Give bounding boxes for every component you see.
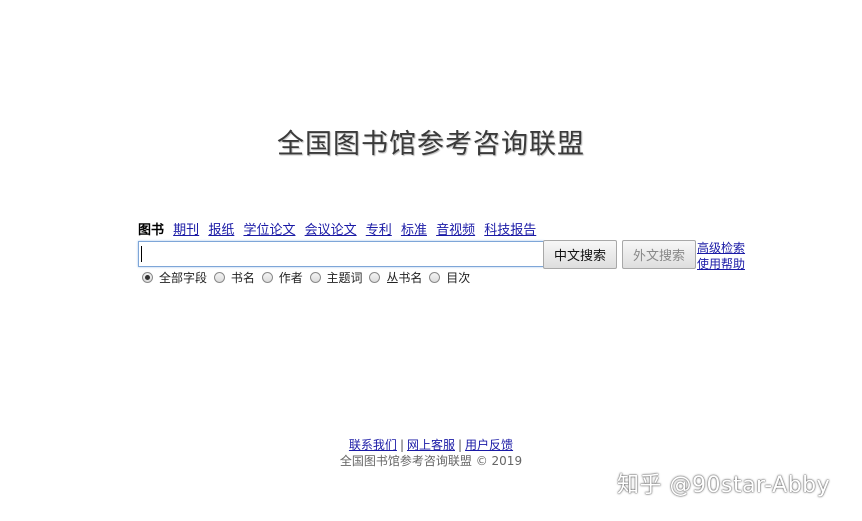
footer-links: 联系我们 | 网上客服 | 用户反馈 (0, 437, 862, 453)
tab-tech-reports[interactable]: 科技报告 (484, 219, 536, 238)
radio-icon[interactable] (309, 272, 321, 283)
radio-icon[interactable] (429, 272, 441, 283)
tab-books[interactable]: 图书 (138, 219, 164, 238)
field-option-label: 主题词 (326, 271, 363, 285)
footer-separator: | (458, 438, 463, 452)
foreign-search-button[interactable]: 外文搜索 (622, 240, 696, 269)
zhihu-watermark: 知乎 @90star-Abby (617, 473, 831, 498)
advanced-search-link[interactable]: 高级检索 (697, 240, 745, 256)
footer-separator: | (399, 438, 404, 452)
user-feedback-link[interactable]: 用户反馈 (465, 438, 513, 452)
radio-checked-icon[interactable] (142, 272, 153, 283)
tab-conference-papers[interactable]: 会议论文 (305, 219, 357, 238)
search-side-links: 高级检索 使用帮助 (697, 240, 745, 272)
field-option-title[interactable]: 书名 (213, 269, 255, 286)
footer: 联系我们 | 网上客服 | 用户反馈 全国图书馆参考咨询联盟 © 2019 (0, 437, 862, 469)
radio-icon[interactable] (261, 272, 273, 283)
field-option-all[interactable]: 全部字段 (142, 269, 207, 286)
field-option-label: 书名 (230, 271, 255, 285)
tab-standards[interactable]: 标准 (401, 219, 427, 238)
tab-theses[interactable]: 学位论文 (243, 219, 295, 238)
page: 全国图书馆参考咨询联盟 图书 期刊 报纸 学位论文 会议论文 专利 标准 音视频… (0, 0, 862, 521)
search-field-options: 全部字段 书名 作者 主题词 丛书名 目次 (142, 269, 473, 286)
tab-journals[interactable]: 期刊 (173, 219, 199, 238)
tab-patents[interactable]: 专利 (366, 219, 392, 238)
field-option-series[interactable]: 丛书名 (369, 269, 422, 286)
site-logo-title: 全国图书馆参考咨询联盟 (277, 129, 585, 160)
field-option-toc[interactable]: 目次 (429, 269, 470, 286)
search-input[interactable] (138, 241, 544, 267)
chinese-search-button[interactable]: 中文搜索 (543, 240, 617, 269)
tab-audio-video[interactable]: 音视频 (436, 219, 475, 238)
text-cursor (141, 246, 142, 262)
radio-icon[interactable] (369, 272, 381, 283)
field-option-label: 作者 (278, 271, 303, 285)
field-option-label: 丛书名 (386, 271, 423, 285)
field-option-subject[interactable]: 主题词 (309, 269, 363, 286)
online-service-link[interactable]: 网上客服 (407, 438, 455, 452)
field-option-author[interactable]: 作者 (261, 269, 303, 286)
contact-us-link[interactable]: 联系我们 (349, 438, 397, 452)
search-category-tabs: 图书 期刊 报纸 学位论文 会议论文 专利 标准 音视频 科技报告 (138, 219, 541, 238)
tab-newspapers[interactable]: 报纸 (208, 219, 234, 238)
usage-help-link[interactable]: 使用帮助 (697, 256, 745, 272)
radio-icon[interactable] (213, 272, 225, 283)
field-option-label: 目次 (446, 271, 471, 285)
field-option-label: 全部字段 (159, 271, 208, 285)
